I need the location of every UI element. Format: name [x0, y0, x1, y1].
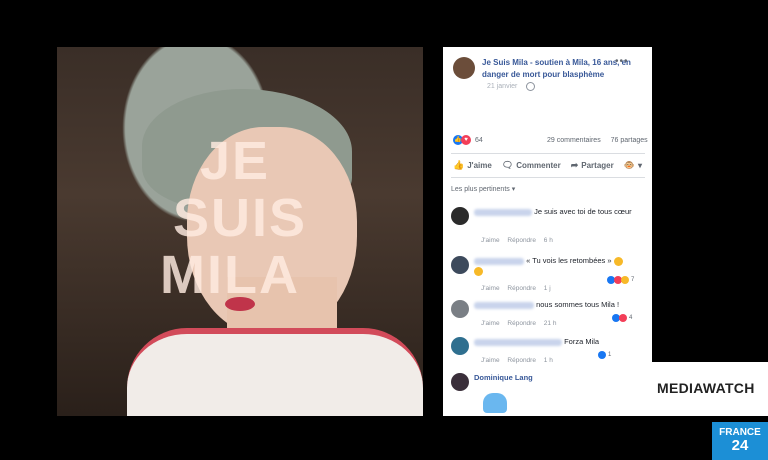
comment-time[interactable]: 21 h — [544, 320, 557, 327]
comment-bubble: Forza Mila — [474, 337, 634, 347]
reaction-count: 64 — [475, 136, 483, 144]
channel-line-2: 24 — [731, 437, 749, 454]
comment-button[interactable]: 🗨 Commenter — [502, 160, 561, 171]
comment-text: Forza Mila — [564, 337, 600, 346]
post-actions: 👍 J'aime 🗨 Commenter ➦ Partager 🐵 ▾ — [453, 160, 652, 171]
comment-time[interactable]: 1 j — [544, 285, 551, 292]
facebook-post-panel: Je Suis Mila - soutien à Mila, 16 ans, e… — [443, 47, 652, 416]
comment-like-link[interactable]: J'aime — [481, 237, 500, 244]
comment-label: Commenter — [516, 161, 561, 170]
commenter-avatar[interactable] — [451, 373, 469, 391]
haha-reaction-icon — [621, 276, 629, 284]
commenter-avatar[interactable] — [451, 256, 469, 274]
emoji-icon — [613, 256, 623, 266]
comment-bubble: Dominique Lang — [474, 373, 634, 383]
audience-selector[interactable]: 🐵 ▾ — [624, 160, 642, 171]
blurred-author-name — [474, 338, 562, 346]
comment-reply-link[interactable]: Répondre — [507, 320, 536, 327]
commenter-avatar[interactable] — [451, 207, 469, 225]
comment-meta: J'aime Répondre 1 j — [481, 285, 551, 292]
mediawatch-banner: MEDIAWATCH — [651, 362, 768, 416]
france24-logo: FRANCE 24 — [712, 422, 768, 460]
post-title[interactable]: Je Suis Mila - soutien à Mila, 16 ans, e… — [482, 57, 632, 81]
like-label: J'aime — [467, 161, 492, 170]
post-date[interactable]: 21 janvier — [487, 83, 517, 90]
like-icon: 👍 — [453, 160, 465, 170]
comment-time[interactable]: 6 h — [544, 237, 553, 244]
blurred-author-name — [474, 301, 534, 309]
comment-text: « Tu vois les retombées » — [526, 256, 612, 265]
comment-reply-link[interactable]: Répondre — [507, 237, 536, 244]
comments-count[interactable]: 29 commentaires — [547, 137, 601, 144]
comment-like-link[interactable]: J'aime — [481, 320, 500, 327]
comment-text: nous sommes tous Mila ! — [536, 300, 620, 309]
comment-reaction-count: 4 — [629, 315, 633, 321]
blurred-author-name — [474, 208, 532, 216]
comment-author[interactable]: Dominique Lang — [474, 373, 533, 382]
photo-shirt — [127, 328, 423, 416]
comment-sticker — [483, 393, 507, 413]
comment-reply-link[interactable]: Répondre — [507, 357, 536, 364]
share-label: Partager — [581, 161, 614, 170]
comment-sort-dropdown[interactable]: Les plus pertinents ▾ — [451, 185, 515, 193]
comment-bubble: nous sommes tous Mila ! — [474, 300, 634, 310]
commenter-avatar[interactable] — [451, 300, 469, 318]
comment-reactions[interactable]: 1 — [598, 351, 611, 359]
comment-text: Je suis avec toi de tous cœur — [534, 207, 632, 216]
page-avatar[interactable] — [453, 57, 475, 79]
blurred-author-name — [474, 257, 524, 265]
mediawatch-label: MEDIAWATCH — [657, 380, 755, 396]
more-options-icon[interactable]: ••• — [615, 56, 629, 67]
comment-meta: J'aime Répondre 21 h — [481, 320, 556, 327]
overlay-line-3: MILA — [160, 245, 300, 305]
like-reaction-icon — [598, 351, 606, 359]
comment-reaction-count: 1 — [608, 352, 612, 358]
post-photo[interactable]: JE SUIS MILA — [57, 47, 423, 416]
photo-overlay-text: JE SUIS MILA — [57, 133, 423, 304]
divider — [451, 153, 645, 154]
comment-meta: J'aime Répondre 6 h — [481, 237, 553, 244]
post-stats: 29 commentaires 76 partages — [547, 137, 648, 144]
comment-reply-link[interactable]: Répondre — [507, 285, 536, 292]
comment-reaction-count: 7 — [631, 277, 635, 283]
commenter-avatar[interactable] — [451, 337, 469, 355]
share-button[interactable]: ➦ Partager — [571, 160, 614, 171]
overlay-line-2: SUIS — [172, 188, 308, 248]
comment-reactions[interactable]: 7 — [607, 276, 634, 284]
comment-time[interactable]: 1 h — [544, 357, 553, 364]
divider — [451, 177, 645, 178]
comment-meta: J'aime Répondre 1 h — [481, 357, 553, 364]
profile-emoji-icon: 🐵 — [623, 160, 635, 170]
overlay-line-1: JE — [199, 131, 271, 191]
comment-bubble: « Tu vois les retombées » — [474, 256, 634, 276]
emoji-icon — [474, 266, 483, 276]
love-reaction-icon — [619, 314, 627, 322]
comment-like-link[interactable]: J'aime — [481, 285, 500, 292]
chevron-down-icon: ▾ — [637, 161, 642, 170]
comment-bubble: Je suis avec toi de tous cœur — [474, 207, 634, 217]
shares-count[interactable]: 76 partages — [611, 137, 648, 144]
comment-like-link[interactable]: J'aime — [481, 357, 500, 364]
like-button[interactable]: 👍 J'aime — [453, 160, 492, 171]
share-icon: ➦ — [570, 160, 579, 170]
globe-icon — [526, 82, 535, 91]
comment-icon: 🗨 — [501, 160, 514, 170]
reactions-summary[interactable]: 👍 ♥ 64 — [453, 135, 483, 145]
comment-reactions[interactable]: 4 — [612, 314, 632, 322]
love-reaction-icon: ♥ — [461, 135, 471, 145]
